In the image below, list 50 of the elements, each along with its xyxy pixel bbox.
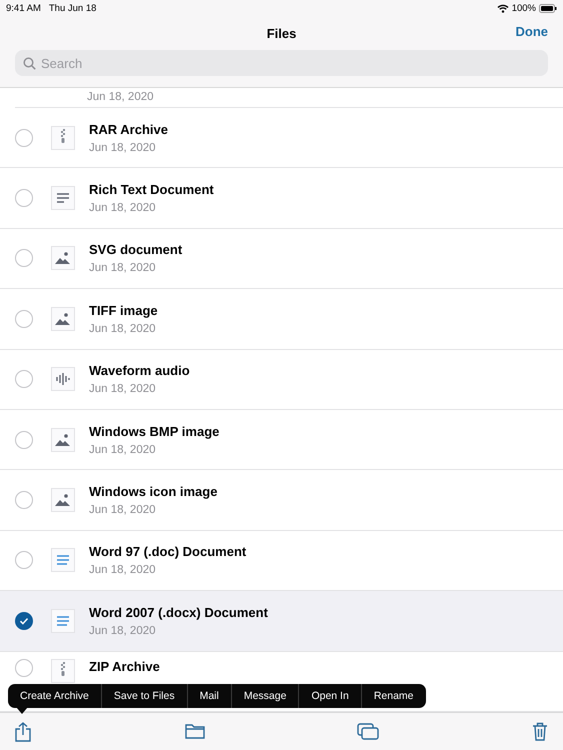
file-name: TIFF image [89, 302, 158, 318]
file-date: Jun 18, 2020 [89, 564, 157, 576]
file-name: Waveform audio [89, 363, 190, 378]
file-name: Word 97 (.doc) Document [89, 544, 246, 560]
file-name: Word 2007 (.docx) Document [89, 604, 268, 620]
done-button[interactable]: Done [516, 24, 548, 39]
file-date: Jun 18, 2020 [89, 444, 157, 456]
selection-checkbox[interactable] [15, 249, 33, 268]
menu-item[interactable]: Open In [298, 684, 361, 708]
selection-checkbox[interactable] [15, 491, 33, 510]
battery-percent: 100% [512, 2, 536, 14]
file-name: Windows BMP image [89, 424, 220, 439]
menu-item[interactable]: Save to Files [100, 684, 187, 708]
selection-checkbox[interactable] [15, 128, 33, 147]
file-date: Jun 18, 2020 [89, 202, 157, 214]
file-date: Jun 18, 2020 [89, 383, 157, 396]
file-name: RAR Archive [89, 122, 168, 137]
selection-checkbox[interactable] [15, 658, 33, 677]
wifi-icon [496, 4, 509, 12]
status-time: 9:41 AM [6, 2, 41, 14]
menu-item[interactable]: Create Archive [8, 684, 101, 708]
file-name: Rich Text Document [89, 182, 214, 198]
menu-item[interactable]: Mail [186, 684, 231, 708]
file-date: Jun 18, 2020 [89, 624, 157, 637]
selection-checkbox[interactable] [15, 310, 33, 328]
share-icon[interactable] [14, 722, 32, 742]
selection-checkbox[interactable] [15, 430, 33, 449]
file-date: Jun 18, 2020 [89, 262, 157, 274]
trash-icon[interactable] [532, 722, 548, 741]
battery-icon [539, 4, 557, 12]
file-date: Jun 18, 2020 [87, 90, 155, 105]
folder-icon[interactable] [184, 724, 205, 739]
selection-checkbox[interactable] [15, 612, 33, 630]
duplicate-icon[interactable] [357, 723, 380, 740]
selection-checkbox[interactable] [15, 551, 33, 570]
status-date: Thu Jun 18 [48, 2, 96, 14]
menu-item[interactable]: Rename [360, 684, 426, 708]
nav-title: Files [266, 26, 296, 40]
menu-item[interactable]: Message [230, 684, 298, 708]
file-date: Jun 18, 2020 [89, 504, 157, 516]
search-field[interactable]: Search [15, 50, 548, 76]
file-date: Jun 18, 2020 [89, 322, 157, 335]
selection-checkbox[interactable] [15, 189, 33, 208]
selection-checkbox[interactable] [15, 370, 33, 388]
file-name: SVG document [89, 242, 182, 258]
file-name: ZIP Archive [89, 658, 160, 674]
checkmark-icon [19, 616, 29, 626]
search-icon [23, 56, 36, 70]
file-date: Jun 18, 2020 [89, 142, 157, 154]
file-name: Windows icon image [89, 484, 218, 500]
